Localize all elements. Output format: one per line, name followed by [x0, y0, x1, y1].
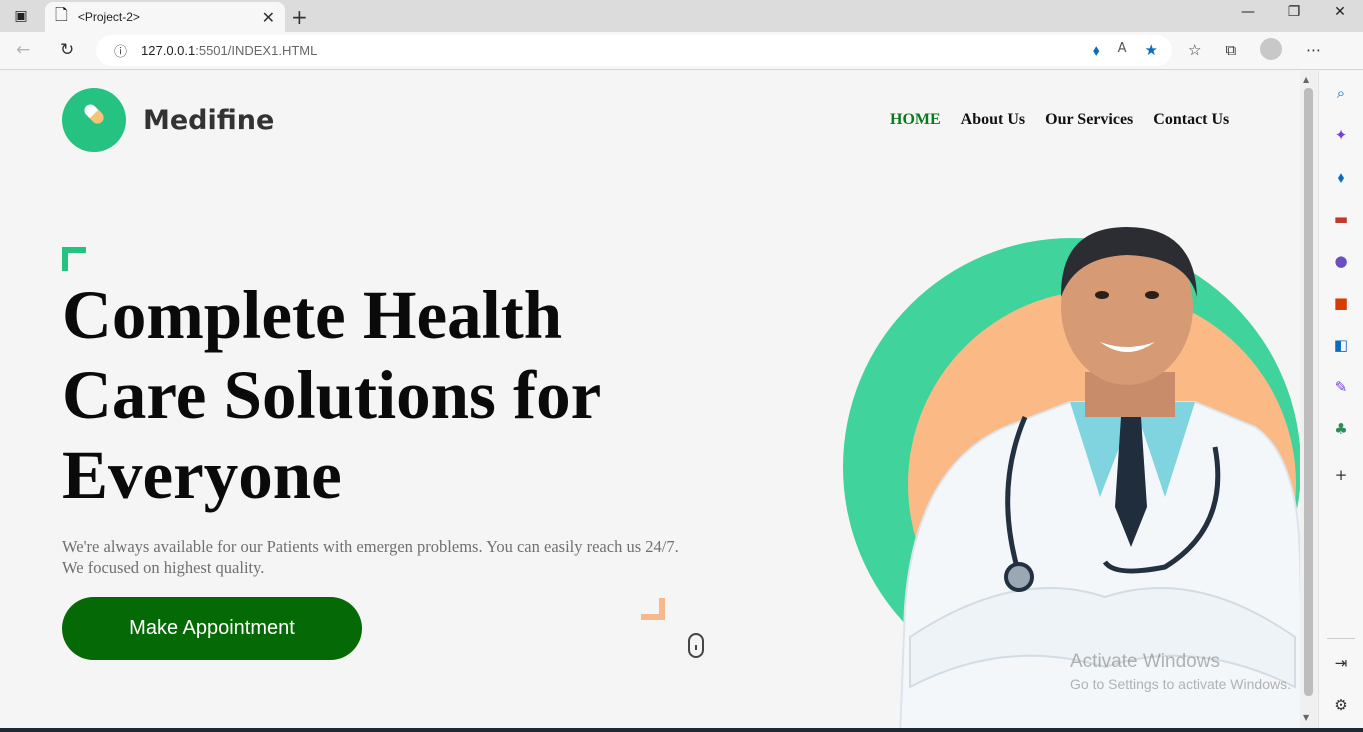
scroll-thumb[interactable]	[1304, 88, 1313, 696]
doctor-image	[899, 227, 1300, 728]
collections-icon[interactable]: ⧉	[1225, 41, 1236, 60]
tab-actions-icon[interactable]: ▣	[10, 6, 32, 26]
copilot-icon[interactable]: ✦	[1330, 124, 1352, 146]
main-nav: HOME About Us Our Services Contact Us	[890, 111, 1229, 129]
scroll-mouse-icon[interactable]	[688, 633, 704, 658]
hero-headline: Complete Health Care Solutions for Every…	[62, 277, 600, 513]
close-window-icon[interactable]: ✕	[1317, 4, 1363, 20]
close-tab-icon[interactable]: ✕	[262, 8, 275, 27]
minimize-icon[interactable]: —	[1225, 4, 1271, 20]
sidebar-divider	[1327, 638, 1355, 639]
green-corner-decoration	[62, 247, 86, 271]
page-icon: 🗋	[55, 4, 68, 24]
pill-logo-icon	[62, 88, 126, 152]
watermark-title: Activate Windows	[1070, 651, 1220, 672]
add-icon[interactable]: +	[1330, 464, 1352, 486]
profile-avatar[interactable]	[1260, 38, 1283, 60]
hero-subtext: We're always available for our Patients …	[62, 537, 679, 577]
nav-home[interactable]: HOME	[890, 111, 941, 129]
restore-icon[interactable]: ❐	[1271, 4, 1317, 20]
site-logo[interactable]: Medifine	[62, 88, 274, 152]
nav-about-us[interactable]: About Us	[961, 111, 1025, 129]
favorites-icon[interactable]: ☆	[1188, 41, 1201, 60]
outlook-icon[interactable]: ◧	[1330, 334, 1352, 356]
games-icon[interactable]: ●	[1330, 250, 1352, 272]
browser-sidebar: ⌕ ✦ ⬧ ▬ ● ■ ◧ ✎ ♣ + ⇥ ⚙	[1318, 71, 1363, 732]
make-appointment-button[interactable]: Make Appointment	[62, 597, 362, 660]
nav-contact-us[interactable]: Contact Us	[1153, 111, 1229, 129]
tree-icon[interactable]: ♣	[1330, 418, 1352, 440]
orange-corner-decoration	[641, 598, 665, 620]
taskbar-edge	[0, 728, 1363, 732]
more-menu-icon[interactable]: ⋯	[1306, 41, 1321, 60]
back-icon[interactable]: ←	[16, 40, 30, 60]
scroll-up-icon[interactable]: ▲	[1303, 75, 1309, 84]
windows-activation-watermark: Activate Windows Go to Settings to activ…	[1070, 651, 1291, 692]
url-field[interactable]: ⓘ 127.0.0.1:5501/INDEX1.HTML ⬧ A ★	[96, 35, 1172, 66]
nav-our-services[interactable]: Our Services	[1045, 111, 1133, 129]
watermark-subtitle: Go to Settings to activate Windows.	[1070, 676, 1291, 692]
shopping-tag-icon[interactable]: ⬧	[1093, 41, 1100, 59]
hide-sidebar-icon[interactable]: ⇥	[1330, 652, 1352, 674]
tab-title: <Project-2>	[77, 10, 140, 24]
refresh-icon[interactable]: ↻	[60, 40, 74, 60]
designer-icon[interactable]: ✎	[1330, 376, 1352, 398]
url-host: 127.0.0.1	[141, 43, 196, 58]
info-icon[interactable]: ⓘ	[114, 41, 127, 60]
browser-tab-strip: ▣ 🗋 <Project-2> ✕ + — ❐ ✕	[0, 0, 1363, 32]
tools-icon[interactable]: ▬	[1330, 208, 1352, 230]
scroll-down-icon[interactable]: ▼	[1303, 713, 1309, 722]
url-path: :5501/INDEX1.HTML	[195, 43, 318, 58]
new-tab-icon[interactable]: +	[291, 5, 308, 29]
page-viewport: Medifine HOME About Us Our Services Cont…	[0, 71, 1300, 728]
vertical-scrollbar[interactable]: ▲ ▼	[1300, 71, 1317, 728]
settings-gear-icon[interactable]: ⚙	[1330, 694, 1352, 716]
shopping-icon[interactable]: ⬧	[1330, 166, 1352, 188]
favorite-star-icon[interactable]: ★	[1145, 41, 1158, 59]
read-aloud-icon[interactable]: A	[1118, 41, 1127, 59]
office-icon[interactable]: ■	[1330, 292, 1352, 314]
brand-name: Medifine	[143, 104, 275, 136]
search-icon[interactable]: ⌕	[1330, 82, 1352, 104]
browser-tab[interactable]: 🗋 <Project-2> ✕	[45, 2, 285, 32]
address-bar-row: ← ↻ ⓘ 127.0.0.1:5501/INDEX1.HTML ⬧ A ★ ☆…	[0, 32, 1363, 70]
